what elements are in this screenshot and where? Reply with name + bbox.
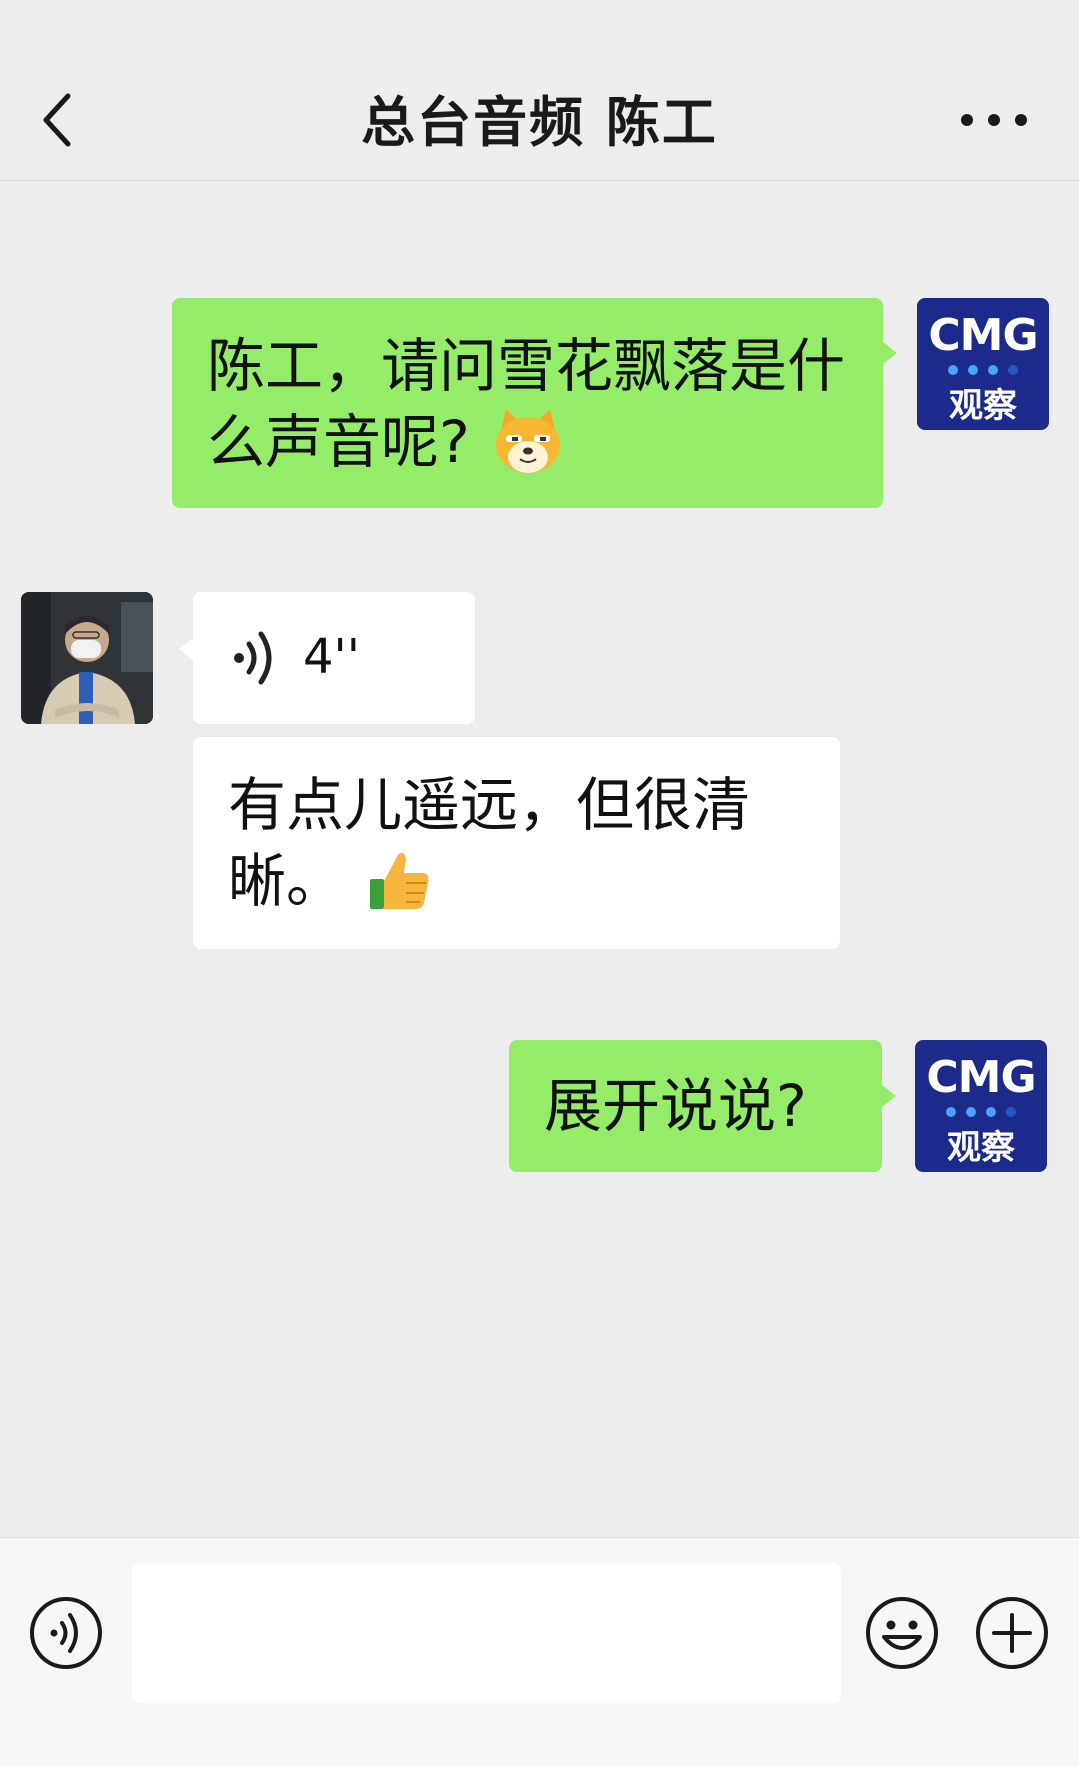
plus-icon xyxy=(976,1597,1048,1669)
message-text: 有点儿遥远，但很清晰。 xyxy=(228,771,751,915)
contact-message-bubble[interactable]: 有点儿遥远，但很清晰。 xyxy=(193,737,840,949)
my-message-bubble[interactable]: 陈工，请问雪花飘落是什么声音呢? xyxy=(172,298,883,508)
chat-header: 总台音频 陈工 xyxy=(0,0,1079,181)
cmg-logo-text: CMG xyxy=(926,1052,1036,1103)
smiley-icon xyxy=(866,1597,938,1669)
cmg-sub-text: 观察 xyxy=(947,1128,1015,1168)
my-avatar[interactable]: CMG 观察 xyxy=(915,1040,1047,1172)
message-input[interactable] xyxy=(132,1563,841,1703)
bubble-tail xyxy=(883,342,897,364)
voice-input-button[interactable] xyxy=(28,1595,104,1671)
cmg-dots-icon xyxy=(948,365,1018,375)
more-button[interactable] xyxy=(959,105,1029,135)
cmg-dots-icon xyxy=(946,1107,1016,1117)
more-dots-icon xyxy=(961,114,1027,126)
page-title: 总台音频 陈工 xyxy=(361,91,718,154)
my-message-bubble[interactable]: 展开说说? xyxy=(509,1040,882,1172)
message-text: 展开说说? xyxy=(544,1072,807,1140)
bubble-tail xyxy=(882,1085,896,1107)
voice-icon xyxy=(30,1597,102,1669)
contact-avatar[interactable] xyxy=(21,592,153,724)
person-photo-icon xyxy=(21,592,153,724)
emoji-button[interactable] xyxy=(864,1595,940,1671)
voice-icon xyxy=(234,631,272,685)
my-avatar[interactable]: CMG 观察 xyxy=(917,298,1049,430)
voice-duration: 4'' xyxy=(303,629,360,685)
cmg-sub-text: 观察 xyxy=(949,386,1017,426)
plus-button[interactable] xyxy=(974,1595,1050,1671)
bubble-tail xyxy=(179,638,193,660)
doge-emoji xyxy=(496,408,561,473)
input-bar xyxy=(0,1537,1079,1766)
voice-message-bubble[interactable]: 4'' xyxy=(193,592,475,724)
cmg-logo-text: CMG xyxy=(928,310,1038,361)
thumbs-up-emoji xyxy=(370,852,429,909)
